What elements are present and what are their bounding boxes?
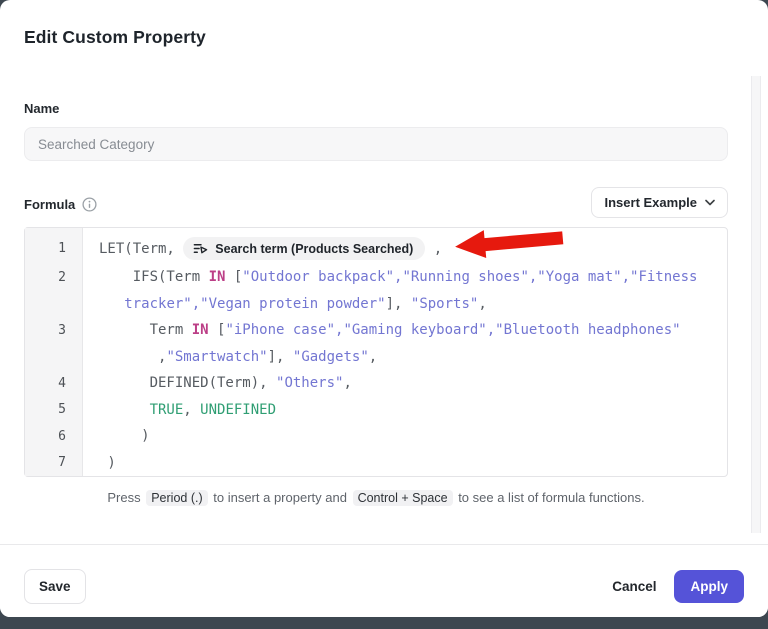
- line-number: 1: [25, 241, 82, 256]
- kbd-period: Period (.): [146, 490, 207, 506]
- code-token: ,: [369, 349, 377, 365]
- line-number: 7: [25, 455, 82, 470]
- code-token: "iPhone case","Gaming keyboard","Bluetoo…: [225, 322, 680, 338]
- code-token: ,: [343, 375, 351, 391]
- formula-label-wrap: Formula: [24, 197, 97, 218]
- code-token: "Sports": [411, 296, 478, 312]
- code-token: [99, 296, 124, 312]
- code-token: [99, 402, 150, 418]
- dialog-header: Edit Custom Property: [0, 0, 768, 48]
- formula-code: 1LET(Term, Search term (Products Searche…: [25, 228, 727, 476]
- info-circle-icon[interactable]: [82, 197, 97, 212]
- code-token: "Gadgets": [293, 349, 369, 365]
- code-row: 4 DEFINED(Term), "Others",: [25, 370, 727, 397]
- code-row: 6 ): [25, 423, 727, 450]
- dialog-footer: Save Cancel Apply: [0, 544, 768, 617]
- code-token: Term: [99, 322, 192, 338]
- code-token: IFS(Term: [99, 269, 209, 285]
- code-token: [: [209, 322, 226, 338]
- chevron-down-icon: [705, 199, 715, 206]
- code-row: tracker","Vegan protein powder"], "Sport…: [25, 291, 727, 318]
- edit-custom-property-dialog: Edit Custom Property Name Formula Insert…: [0, 0, 768, 617]
- editor-hint: Press Period (.) to insert a property an…: [24, 490, 728, 505]
- code-token: "Outdoor backpack","Running shoes","Yoga…: [242, 269, 697, 285]
- property-pill-label: Search term (Products Searched): [215, 242, 413, 256]
- code-row: 2 IFS(Term IN ["Outdoor backpack","Runni…: [25, 264, 727, 291]
- code-token: LET(Term,: [99, 241, 183, 257]
- code-row: 5 TRUE, UNDEFINED: [25, 397, 727, 424]
- code-row: ,"Smartwatch"], "Gadgets",: [25, 344, 727, 371]
- line-number: 3: [25, 323, 82, 338]
- hint-suffix: to see a list of formula functions.: [458, 490, 644, 505]
- formula-label: Formula: [24, 197, 75, 212]
- name-label: Name: [24, 101, 728, 116]
- code-token: ],: [386, 296, 411, 312]
- code-token: tracker","Vegan protein powder": [124, 296, 385, 312]
- code-token: ],: [268, 349, 293, 365]
- cancel-button[interactable]: Cancel: [602, 570, 666, 603]
- code-row: 1LET(Term, Search term (Products Searche…: [25, 233, 727, 264]
- hint-middle: to insert a property and: [213, 490, 347, 505]
- formula-editor[interactable]: 1LET(Term, Search term (Products Searche…: [24, 227, 728, 477]
- code-token: [: [225, 269, 242, 285]
- code-row: 7 ): [25, 450, 727, 477]
- code-token: ): [99, 455, 116, 471]
- code-token: IN: [192, 322, 209, 338]
- line-number: 6: [25, 429, 82, 444]
- code-token: ,: [99, 349, 166, 365]
- code-line[interactable]: ,"Smartwatch"], "Gadgets",: [82, 349, 377, 365]
- line-number: 5: [25, 402, 82, 417]
- name-input[interactable]: [24, 127, 728, 161]
- dialog-title: Edit Custom Property: [24, 27, 744, 48]
- dialog-body: Name Formula Insert Example: [0, 101, 768, 505]
- code-token: ,: [478, 296, 486, 312]
- code-line[interactable]: DEFINED(Term), "Others",: [82, 375, 352, 391]
- code-token: TRUE: [150, 402, 184, 418]
- code-token: ,: [183, 402, 200, 418]
- code-token: IN: [209, 269, 226, 285]
- line-number: 4: [25, 376, 82, 391]
- event-property-icon: [193, 241, 208, 256]
- code-row: 3 Term IN ["iPhone case","Gaming keyboar…: [25, 317, 727, 344]
- save-button[interactable]: Save: [24, 569, 86, 604]
- kbd-control-space: Control + Space: [353, 490, 453, 506]
- code-token: "Smartwatch": [166, 349, 267, 365]
- code-token: "Others": [276, 375, 343, 391]
- code-line[interactable]: ): [82, 455, 116, 471]
- code-token: ,: [425, 241, 442, 257]
- code-line[interactable]: TRUE, UNDEFINED: [82, 402, 276, 418]
- code-line[interactable]: ): [82, 428, 150, 444]
- apply-button[interactable]: Apply: [674, 570, 744, 603]
- line-number: 2: [25, 270, 82, 285]
- code-line[interactable]: tracker","Vegan protein powder"], "Sport…: [82, 296, 487, 312]
- code-line[interactable]: Term IN ["iPhone case","Gaming keyboard"…: [82, 322, 681, 338]
- code-token: UNDEFINED: [200, 402, 276, 418]
- code-token: ): [99, 428, 150, 444]
- insert-example-button[interactable]: Insert Example: [591, 187, 729, 218]
- formula-header: Formula Insert Example: [24, 187, 728, 218]
- hint-prefix: Press: [107, 490, 140, 505]
- insert-example-label: Insert Example: [605, 195, 698, 210]
- property-pill[interactable]: Search term (Products Searched): [183, 237, 425, 260]
- scrollbar[interactable]: [751, 76, 761, 533]
- code-token: DEFINED(Term),: [99, 375, 276, 391]
- code-line[interactable]: LET(Term, Search term (Products Searched…: [82, 237, 442, 260]
- code-line[interactable]: IFS(Term IN ["Outdoor backpack","Running…: [82, 269, 697, 285]
